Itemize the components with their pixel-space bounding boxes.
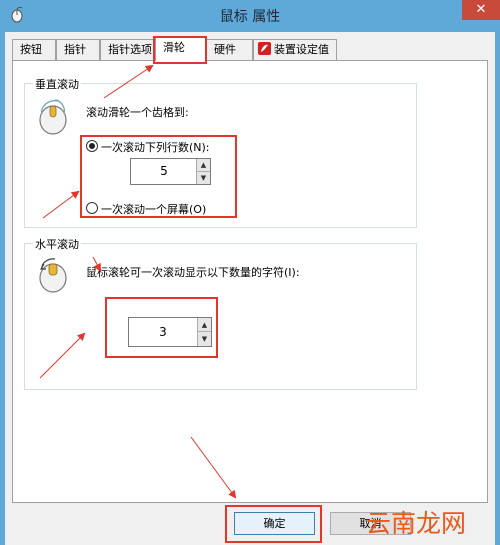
close-icon: ✕ xyxy=(475,2,487,17)
tab-device-settings[interactable]: 装置设定值 xyxy=(253,39,337,60)
tab-label: 指针 xyxy=(64,43,86,56)
tab-label: 装置设定值 xyxy=(274,43,329,56)
annotation-box-ok xyxy=(225,505,322,543)
tab-buttons[interactable]: 按钮 xyxy=(12,39,56,60)
horizontal-scroll-prompt: 鼠标滚轮可一次滚动显示以下数量的字符(I): xyxy=(86,266,300,279)
scroll-wheel-icon xyxy=(39,99,67,135)
watermark: 云南龙网 xyxy=(366,509,467,538)
vertical-scroll-title: 垂直滚动 xyxy=(33,76,81,92)
tab-label: 指针选项 xyxy=(108,43,152,56)
annotation-box-wheel-tab xyxy=(153,36,207,64)
tab-label: 按钮 xyxy=(20,43,42,56)
annotation-box-horizontal-spinbox xyxy=(105,297,218,358)
tab-label: 硬件 xyxy=(214,43,236,56)
tab-pointers[interactable]: 指针 xyxy=(56,39,100,60)
tab-pointer-options[interactable]: 指针选项 xyxy=(100,39,154,60)
vertical-scroll-prompt: 滚动滑轮一个齿格到: xyxy=(86,106,189,119)
device-settings-icon xyxy=(258,42,271,55)
annotation-box-vertical-options xyxy=(80,135,237,218)
horizontal-scroll-title: 水平滚动 xyxy=(33,236,81,252)
title-bar: 鼠标 属性 ✕ xyxy=(0,0,500,32)
close-button[interactable]: ✕ xyxy=(462,0,500,20)
tab-hardware[interactable]: 硬件 xyxy=(206,39,253,60)
horizontal-wheel-icon xyxy=(39,258,67,293)
window-title: 鼠标 属性 xyxy=(219,9,281,25)
